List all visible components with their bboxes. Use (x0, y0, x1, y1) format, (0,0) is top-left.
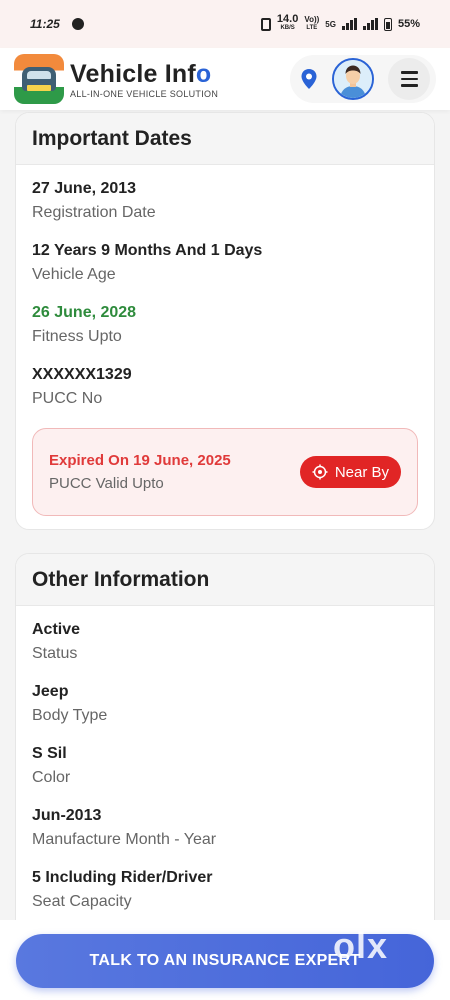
status-value: Active (32, 621, 81, 638)
pucc-status-box: Expired On 19 June, 2025 PUCC Valid Upto… (32, 428, 418, 516)
important-dates-card: Important Dates 27 June, 2013 Registrati… (15, 112, 435, 530)
app-header: Vehicle Info ALL-IN-ONE VEHICLE SOLUTION (0, 48, 450, 110)
detail-row-manufacture: Jun-2013 Manufacture Month - Year (16, 806, 434, 851)
fitness-upto-label: Fitness Upto (32, 328, 122, 345)
lte-label: LTE (306, 25, 318, 31)
registration-date-value: 27 June, 2013 (32, 180, 137, 197)
detail-row-status: Active Status (16, 620, 434, 665)
seat-capacity-label: Seat Capacity (32, 893, 132, 910)
status-label: Status (32, 645, 78, 662)
avatar[interactable] (332, 58, 374, 100)
seat-capacity-value: 5 Including Rider/Driver (32, 869, 213, 886)
color-value: S Sil (32, 745, 67, 762)
brand-tagline: ALL-IN-ONE VEHICLE SOLUTION (70, 88, 219, 99)
battery-icon (383, 17, 392, 31)
status-bar: 11:25 14.0 KB/S Vo)) LTE 5G 55% (0, 0, 450, 48)
registration-date-label: Registration Date (32, 204, 156, 221)
user-avatar-icon (334, 60, 372, 98)
body-type-value: Jeep (32, 683, 69, 700)
pucc-valid-label: PUCC Valid Upto (49, 475, 164, 492)
header-actions (290, 55, 436, 103)
pucc-expired-text: Expired On 19 June, 2025 (49, 452, 231, 469)
detail-row-color: S Sil Color (16, 744, 434, 789)
app-logo[interactable] (14, 54, 64, 104)
vehicle-age-value: 12 Years 9 Months And 1 Days (32, 242, 263, 259)
pucc-no-value: XXXXXX1329 (32, 366, 132, 383)
detail-row-vehicle-age: 12 Years 9 Months And 1 Days Vehicle Age (16, 241, 434, 286)
detail-row-body-type: Jeep Body Type (16, 682, 434, 727)
brand: Vehicle Info ALL-IN-ONE VEHICLE SOLUTION (70, 60, 218, 99)
net-speed-value: 14.0 (276, 13, 299, 25)
brand-title: Vehicle Info (70, 60, 218, 88)
other-information-title: Other Information (16, 554, 434, 606)
near-by-label: Near By (334, 463, 389, 481)
signal-icon-2 (362, 18, 378, 30)
battery-percent: 55% (397, 18, 420, 30)
brand-title-accent: o (195, 59, 212, 88)
important-dates-title: Important Dates (16, 113, 434, 165)
detail-row-seat-capacity: 5 Including Rider/Driver Seat Capacity (16, 868, 434, 913)
location-pin-icon[interactable] (300, 68, 318, 90)
brand-title-main: Vehicle Inf (70, 59, 196, 88)
volte-label: Vo)) (304, 15, 320, 24)
vehicle-age-label: Vehicle Age (32, 266, 116, 283)
detail-row-fitness: 26 June, 2028 Fitness Upto (16, 303, 434, 348)
net-speed-unit: KB/S (280, 25, 295, 31)
status-icons: 14.0 KB/S Vo)) LTE 5G 55% (260, 13, 420, 33)
olx-watermark: olx (333, 925, 389, 966)
target-icon (312, 464, 328, 480)
plate-icon (27, 85, 51, 91)
near-by-button[interactable]: Near By (299, 456, 401, 488)
status-time: 11:25 (30, 17, 60, 31)
detail-row-pucc-no: XXXXXX1329 PUCC No (16, 365, 434, 410)
5g-label: 5G (325, 19, 336, 29)
menu-button[interactable] (388, 58, 430, 100)
whatsapp-icon (71, 18, 84, 30)
manufacture-value: Jun-2013 (32, 807, 102, 824)
vibrate-icon (260, 17, 271, 31)
other-information-card: Other Information Active Status Jeep Bod… (15, 553, 435, 973)
body-type-label: Body Type (32, 707, 108, 724)
signal-icon (341, 18, 357, 30)
manufacture-label: Manufacture Month - Year (32, 831, 217, 848)
detail-row-registration: 27 June, 2013 Registration Date (16, 179, 434, 224)
pucc-no-label: PUCC No (32, 390, 103, 407)
color-label: Color (32, 769, 71, 786)
fitness-upto-value: 26 June, 2028 (32, 304, 137, 321)
